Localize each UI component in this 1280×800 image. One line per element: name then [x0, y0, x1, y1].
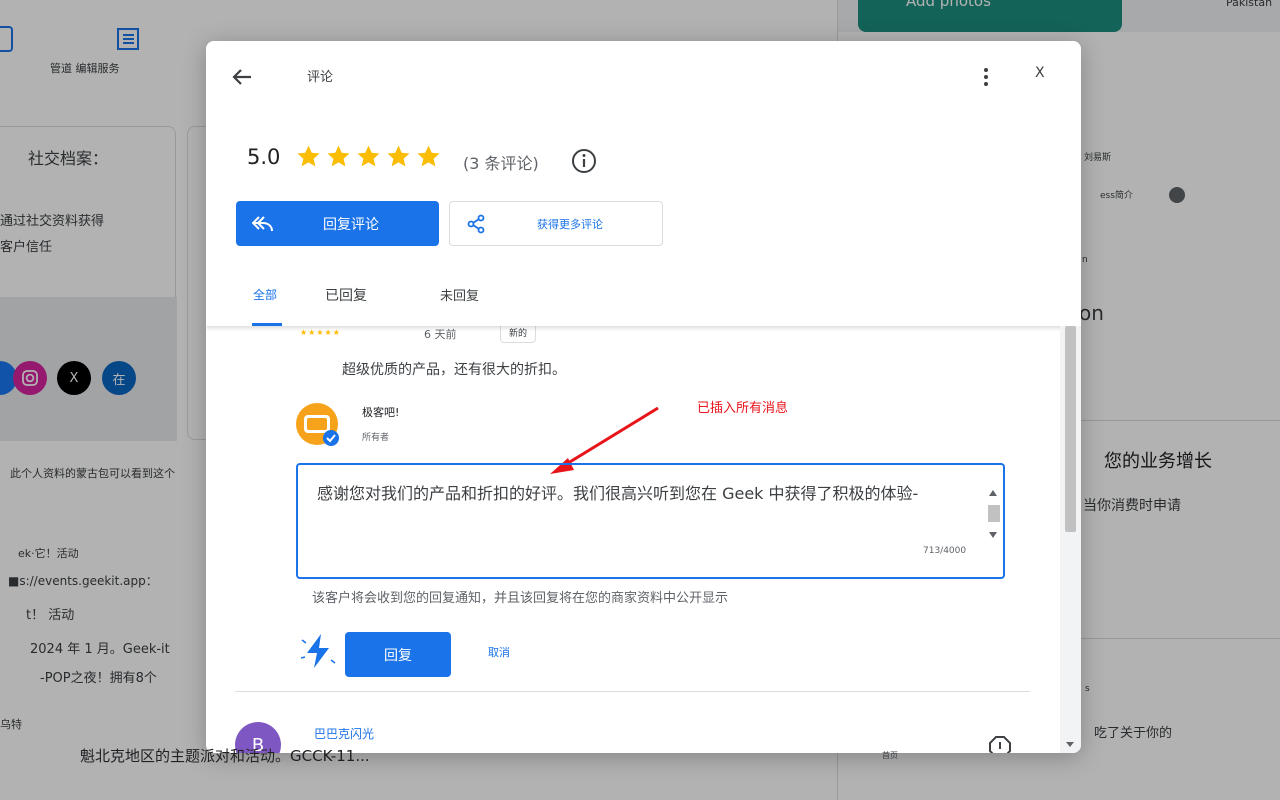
info-icon[interactable] [571, 148, 597, 174]
star-icon [417, 145, 440, 167]
owner-role: 所有者 [362, 433, 390, 443]
reply-button[interactable]: 回复 [345, 632, 451, 677]
back-button[interactable] [228, 63, 256, 91]
owner-avatar [295, 402, 341, 448]
reply-reviews-button[interactable]: 回复评论 [236, 201, 439, 246]
active-tab-indicator [252, 323, 282, 326]
star-icon [357, 145, 380, 167]
reply-reviews-label: 回复评论 [323, 216, 379, 233]
dialog-title: 评论 [307, 70, 334, 85]
tab-unreplied[interactable]: 未回复 [440, 285, 479, 304]
rating-stars [296, 144, 441, 169]
ai-bolt-icon[interactable] [300, 632, 336, 670]
share-icon [467, 214, 485, 233]
rating-value: 5.0 [247, 145, 281, 169]
star-icon [327, 145, 350, 167]
report-icon[interactable] [988, 735, 1012, 753]
review-text: 超级优质的产品，还有很大的折扣。 [342, 362, 566, 378]
reply-textarea[interactable]: 感谢您对我们的产品和折扣的好评。我们很高兴听到您在 Geek 中获得了积极的体验… [296, 463, 1005, 579]
star-icon [387, 145, 410, 167]
tab-replied[interactable]: 已回复 [325, 285, 367, 305]
review-count: (3 条评论) [463, 154, 539, 173]
review-stars: ★★★★★ [300, 328, 341, 337]
get-more-reviews-label: 获得更多评论 [537, 217, 603, 231]
close-button[interactable]: X [1035, 65, 1045, 81]
cancel-button[interactable]: 取消 [488, 644, 510, 660]
dialog-scrollbar[interactable] [1060, 326, 1081, 753]
review-divider [235, 691, 1030, 692]
arrow-back-icon [232, 69, 251, 85]
reply-text[interactable]: 感谢您对我们的产品和折扣的好评。我们很高兴听到您在 Geek 中获得了积极的体验… [317, 482, 957, 506]
owner-name: 极客吧! [362, 406, 400, 419]
more-options-button[interactable] [976, 63, 996, 91]
tab-all[interactable]: 全部 [253, 286, 277, 303]
scroll-down-arrow[interactable] [1066, 742, 1074, 747]
review-time: 6 天前 [424, 328, 457, 341]
reviewer-name[interactable]: 巴巴克闪光 [314, 725, 374, 742]
star-icon [297, 145, 320, 167]
home-label[interactable]: 首页 [882, 750, 898, 761]
dialog-scroll-content[interactable]: ★★★★★ 6 天前 新的 超级优质的产品，还有很大的折扣。 极客吧! 所有者 … [206, 322, 1081, 753]
reply-icon [252, 215, 273, 231]
reviews-dialog: 评论 X 5.0 (3 条评论) 回复评论 获得更多评论 全部 已回复 未回复 … [206, 41, 1081, 753]
annotation-label: 已插入所有消息 [697, 401, 789, 416]
textarea-scrollbar[interactable] [986, 486, 1000, 542]
dialog-header: 评论 X 5.0 (3 条评论) 回复评论 获得更多评论 全部 已回复 未回复 [206, 41, 1081, 326]
get-more-reviews-button[interactable]: 获得更多评论 [449, 201, 663, 246]
scrollbar-thumb[interactable] [1065, 326, 1076, 532]
post-line-7: 魁北克地区的主题派对和活动。GCCK-11... [80, 747, 370, 765]
char-count: 713/4000 [923, 546, 967, 556]
reply-notice: 该客户将会收到您的回复通知，并且该回复将在您的商家资料中公开显示 [312, 591, 729, 606]
